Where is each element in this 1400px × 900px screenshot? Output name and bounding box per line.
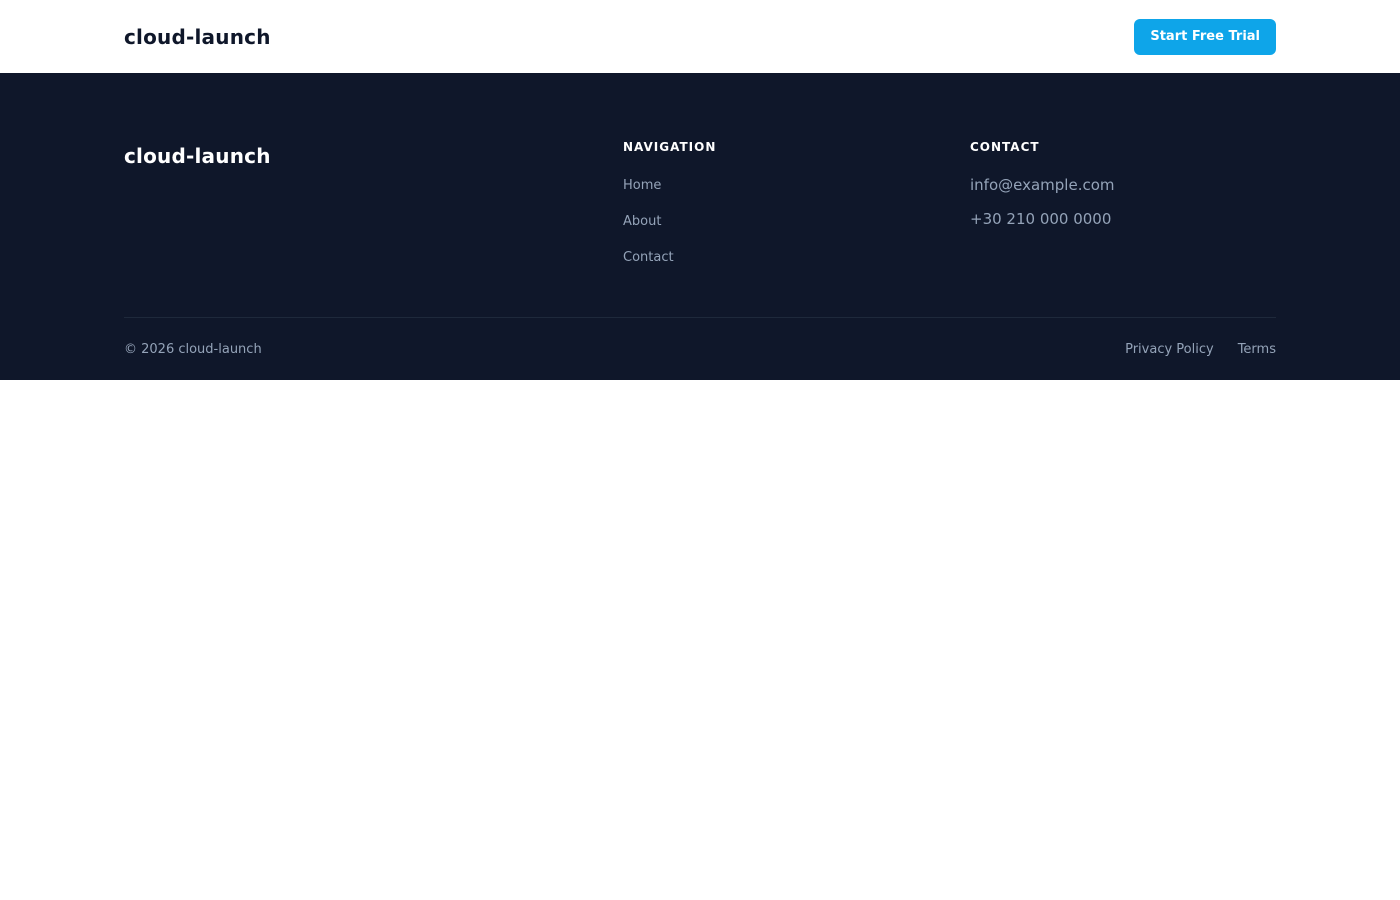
header-logo[interactable]: cloud-launch: [124, 25, 271, 49]
navigation-heading: NAVIGATION: [623, 140, 717, 154]
footer-navigation: NAVIGATION Home About Contact: [623, 140, 970, 317]
navigation-list: Home About Contact: [623, 175, 970, 267]
privacy-policy-link[interactable]: Privacy Policy: [1125, 342, 1214, 357]
start-free-trial-button[interactable]: Start Free Trial: [1134, 18, 1276, 55]
contact-item-phone: +30 210 000 0000: [970, 209, 1276, 229]
nav-link-contact[interactable]: Contact: [623, 250, 674, 265]
legal-links: Privacy Policy Terms: [1125, 342, 1276, 357]
contact-list: info@example.com +30 210 000 0000: [970, 175, 1276, 229]
footer-logo[interactable]: cloud-launch: [124, 144, 623, 168]
site-header: cloud-launch Start Free Trial: [0, 0, 1400, 73]
nav-item-about: About: [623, 211, 970, 231]
contact-email[interactable]: info@example.com: [970, 176, 1115, 194]
contact-heading: CONTACT: [970, 140, 1040, 154]
copyright-text: © 2026 cloud-launch: [124, 341, 262, 357]
terms-link[interactable]: Terms: [1238, 342, 1276, 357]
site-footer: cloud-launch NAVIGATION Home About Conta…: [0, 73, 1400, 380]
nav-link-about[interactable]: About: [623, 214, 661, 229]
nav-item-contact: Contact: [623, 247, 970, 267]
nav-link-home[interactable]: Home: [623, 178, 661, 193]
footer-bottom: © 2026 cloud-launch Privacy Policy Terms: [124, 318, 1276, 380]
footer-top: cloud-launch NAVIGATION Home About Conta…: [124, 73, 1276, 317]
footer-contact: CONTACT info@example.com +30 210 000 000…: [970, 140, 1276, 317]
contact-phone[interactable]: +30 210 000 0000: [970, 210, 1111, 228]
nav-item-home: Home: [623, 175, 970, 195]
contact-item-email: info@example.com: [970, 175, 1276, 195]
footer-brand: cloud-launch: [124, 144, 623, 317]
